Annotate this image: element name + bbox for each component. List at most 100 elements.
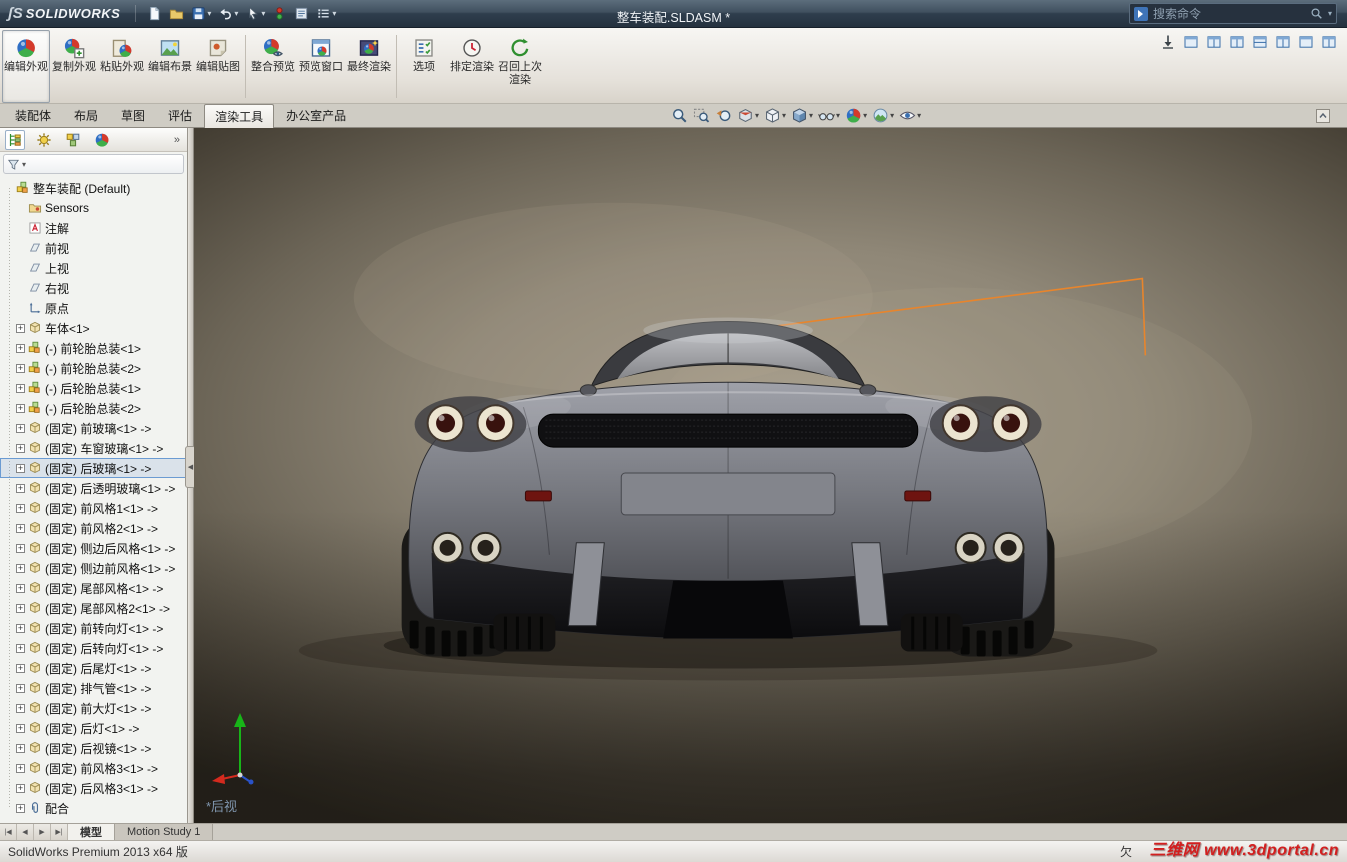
- expander-icon[interactable]: +: [16, 643, 25, 653]
- tree-item[interactable]: + (固定) 尾部风格2<1> ->: [0, 598, 187, 618]
- window-single-icon[interactable]: [1298, 34, 1314, 50]
- expander-icon[interactable]: +: [16, 563, 25, 573]
- expander-icon[interactable]: +: [16, 363, 25, 373]
- tree-item[interactable]: + (固定) 后透明玻璃<1> ->: [0, 478, 187, 498]
- next-tab-icon[interactable]: ▶: [34, 824, 51, 840]
- tree-item[interactable]: + (固定) 后风格3<1> ->: [0, 778, 187, 798]
- tab-sketch[interactable]: 草图: [110, 103, 156, 127]
- preview-window-button[interactable]: 预览窗口: [297, 30, 345, 103]
- configuration-manager-tab[interactable]: [63, 130, 83, 150]
- edit-decal-button[interactable]: 编辑贴图: [194, 30, 242, 103]
- window-tile-icon[interactable]: [1183, 34, 1199, 50]
- previous-view-icon[interactable]: [714, 106, 733, 125]
- tree-item[interactable]: Sensors: [0, 198, 187, 218]
- render-options-button[interactable]: 选项: [400, 30, 448, 103]
- paste-appearance-button[interactable]: 粘贴外观: [98, 30, 146, 103]
- last-tab-icon[interactable]: ▶|: [51, 824, 68, 840]
- tree-item[interactable]: + 车体<1>: [0, 318, 187, 338]
- tree-item[interactable]: + (固定) 前风格1<1> ->: [0, 498, 187, 518]
- orientation-triad[interactable]: [210, 705, 270, 785]
- panel-overflow-icon[interactable]: »: [174, 134, 182, 146]
- edit-scene-button[interactable]: 编辑布景: [146, 30, 194, 103]
- file-properties-icon[interactable]: [292, 4, 311, 23]
- expander-icon[interactable]: +: [16, 803, 25, 813]
- schedule-render-button[interactable]: 排定渲染: [448, 30, 496, 103]
- select-cursor-icon[interactable]: ▾: [243, 4, 267, 23]
- expander-icon[interactable]: +: [16, 423, 25, 433]
- tree-item[interactable]: + (固定) 后灯<1> ->: [0, 718, 187, 738]
- tab-assembly[interactable]: 装配体: [4, 103, 62, 127]
- command-search[interactable]: 搜索命令 ▾: [1129, 3, 1337, 24]
- chevron-down-icon[interactable]: ▾: [890, 111, 894, 120]
- tree-item[interactable]: + (固定) 后视镜<1> ->: [0, 738, 187, 758]
- expander-icon[interactable]: +: [16, 783, 25, 793]
- prev-tab-icon[interactable]: ◀: [17, 824, 34, 840]
- expander-icon[interactable]: +: [16, 383, 25, 393]
- save-image-icon[interactable]: [1160, 34, 1176, 50]
- tree-item[interactable]: + (固定) 前玻璃<1> ->: [0, 418, 187, 438]
- tree-item[interactable]: + 配合: [0, 798, 187, 818]
- expander-icon[interactable]: +: [16, 483, 25, 493]
- window-arrange-icon[interactable]: [1321, 34, 1337, 50]
- expander-icon[interactable]: +: [16, 703, 25, 713]
- chevron-down-icon[interactable]: ▾: [332, 9, 336, 18]
- chevron-down-icon[interactable]: ▾: [234, 9, 238, 18]
- window-split-horizontal-icon[interactable]: [1252, 34, 1268, 50]
- tree-item[interactable]: 整车装配 (Default): [0, 178, 187, 198]
- hide-show-items-icon[interactable]: ▾: [817, 106, 841, 125]
- chevron-down-icon[interactable]: ▾: [755, 111, 759, 120]
- tab-motion-study-1[interactable]: Motion Study 1: [115, 824, 214, 840]
- expander-icon[interactable]: +: [16, 343, 25, 353]
- expander-icon[interactable]: +: [16, 623, 25, 633]
- expander-icon[interactable]: +: [16, 683, 25, 693]
- tab-render-tools[interactable]: 渲染工具: [204, 104, 275, 128]
- search-icon[interactable]: [1310, 7, 1323, 20]
- save-icon[interactable]: ▾: [189, 4, 213, 23]
- tree-item[interactable]: + (固定) 后转向灯<1> ->: [0, 638, 187, 658]
- chevron-down-icon[interactable]: ▾: [1328, 9, 1332, 18]
- expander-icon[interactable]: +: [16, 603, 25, 613]
- tree-item[interactable]: + (固定) 前风格3<1> ->: [0, 758, 187, 778]
- zoom-fit-icon[interactable]: [670, 106, 689, 125]
- integrated-preview-button[interactable]: 整合预览: [249, 30, 297, 103]
- tree-item[interactable]: + (-) 前轮胎总装<2>: [0, 358, 187, 378]
- zoom-area-icon[interactable]: [692, 106, 711, 125]
- expander-icon[interactable]: +: [16, 463, 25, 473]
- tree-item[interactable]: + (固定) 后玻璃<1> ->: [0, 458, 187, 478]
- expander-icon[interactable]: +: [16, 523, 25, 533]
- expander-icon[interactable]: +: [16, 583, 25, 593]
- chevron-down-icon[interactable]: ▾: [809, 111, 813, 120]
- filter-bar[interactable]: ▾: [3, 154, 184, 174]
- tree-item[interactable]: + (固定) 侧边后风格<1> ->: [0, 538, 187, 558]
- chevron-down-icon[interactable]: ▾: [917, 111, 921, 120]
- copy-appearance-button[interactable]: 复制外观: [50, 30, 98, 103]
- expander-icon[interactable]: +: [16, 763, 25, 773]
- tab-model[interactable]: 模型: [68, 824, 115, 840]
- expander-icon[interactable]: +: [16, 543, 25, 553]
- tree-item[interactable]: + (-) 后轮胎总装<2>: [0, 398, 187, 418]
- tab-evaluate[interactable]: 评估: [157, 103, 203, 127]
- tree-item[interactable]: + (固定) 侧边前风格<1> ->: [0, 558, 187, 578]
- chevron-down-icon[interactable]: ▾: [207, 9, 211, 18]
- tree-item[interactable]: + (固定) 尾部风格<1> ->: [0, 578, 187, 598]
- chevron-down-icon[interactable]: ▾: [261, 9, 265, 18]
- open-icon[interactable]: [167, 4, 186, 23]
- recall-last-render-button[interactable]: 召回上次渲染: [496, 30, 544, 103]
- window-split-vertical-icon[interactable]: [1206, 34, 1222, 50]
- tree-item[interactable]: + (固定) 车窗玻璃<1> ->: [0, 438, 187, 458]
- final-render-button[interactable]: 最终渲染: [345, 30, 393, 103]
- tree-item[interactable]: 注解: [0, 218, 187, 238]
- expander-icon[interactable]: +: [16, 503, 25, 513]
- feature-manager-tab[interactable]: [5, 129, 25, 150]
- rebuild-icon[interactable]: [270, 4, 289, 23]
- tree-item[interactable]: + (固定) 后尾灯<1> ->: [0, 658, 187, 678]
- display-manager-tab[interactable]: [92, 130, 112, 150]
- property-manager-tab[interactable]: [34, 130, 54, 150]
- tree-item[interactable]: + (-) 前轮胎总装<1>: [0, 338, 187, 358]
- tree-item[interactable]: + (固定) 前风格2<1> ->: [0, 518, 187, 538]
- tree-item[interactable]: + (固定) 排气管<1> ->: [0, 678, 187, 698]
- apply-scene-icon[interactable]: ▾: [871, 106, 895, 125]
- window-cascade-icon[interactable]: [1275, 34, 1291, 50]
- tab-layout[interactable]: 布局: [63, 103, 109, 127]
- chevron-down-icon[interactable]: ▾: [782, 111, 786, 120]
